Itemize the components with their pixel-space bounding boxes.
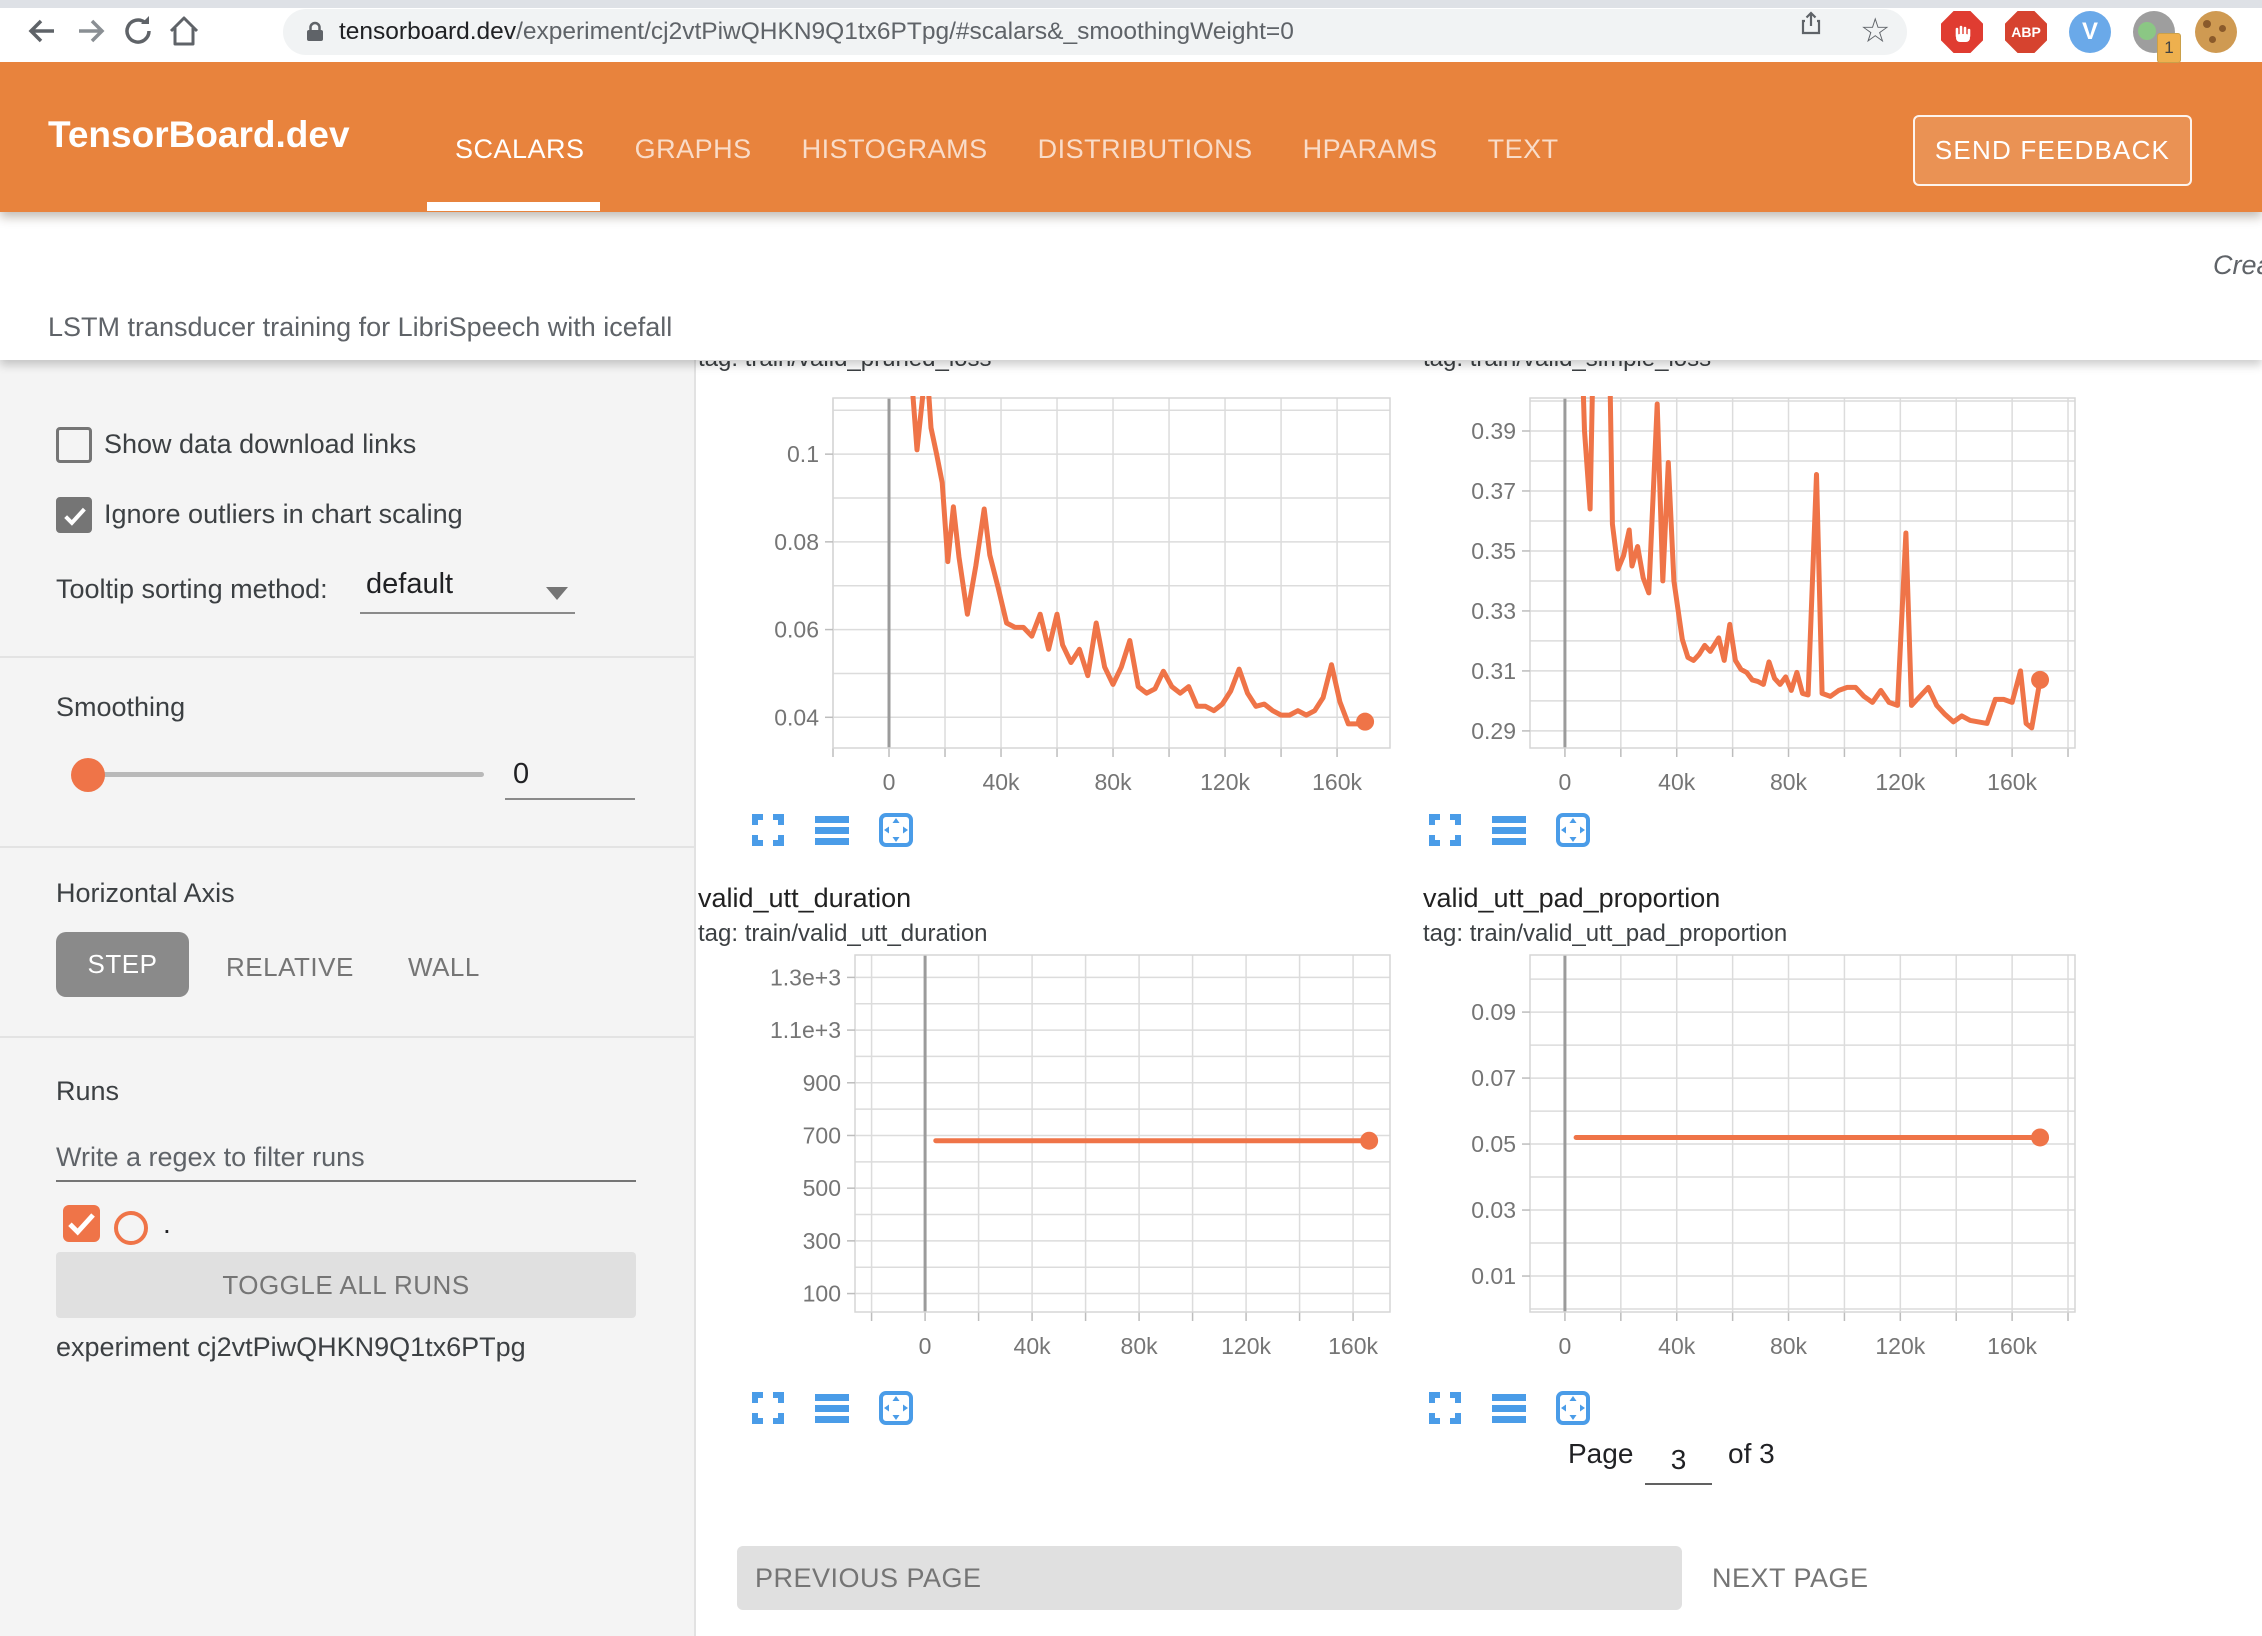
forward-icon[interactable] [73,13,109,49]
created-text: Crea [2213,250,2262,281]
svg-text:0.07: 0.07 [1471,1065,1516,1091]
chart-toolbar [750,1390,914,1426]
svg-text:40k: 40k [1658,1333,1696,1359]
svg-text:0: 0 [1559,1333,1572,1359]
pan-zoom-icon[interactable] [878,812,914,848]
svg-text:120k: 120k [1221,1333,1271,1359]
svg-text:900: 900 [803,1070,841,1096]
svg-text:0.06: 0.06 [774,617,819,643]
tab-histograms[interactable]: HISTOGRAMS [802,134,988,165]
svg-text:120k: 120k [1875,769,1925,795]
svg-text:80k: 80k [1121,1333,1159,1359]
svg-text:0.33: 0.33 [1471,598,1516,624]
svg-text:120k: 120k [1875,1333,1925,1359]
chart-toolbar [1427,1390,1591,1426]
svg-text:0.31: 0.31 [1471,658,1516,684]
chart-toolbar [750,812,914,848]
fullscreen-icon[interactable] [750,812,786,848]
data-series-icon[interactable] [1491,812,1527,848]
v-extension-icon[interactable]: V [2069,11,2111,53]
svg-text:1.1e+3: 1.1e+3 [770,1017,841,1043]
tab-scalars[interactable]: SCALARS [455,134,585,165]
svg-text:0.29: 0.29 [1471,718,1516,744]
svg-text:40k: 40k [1658,769,1696,795]
svg-text:700: 700 [803,1122,841,1148]
svg-text:80k: 80k [1770,769,1808,795]
bookmark-star-icon[interactable]: ☆ [1860,8,1890,54]
share-icon[interactable] [1798,10,1824,36]
svg-text:120k: 120k [1200,769,1250,795]
url-bar[interactable]: tensorboard.dev/experiment/cj2vtPiwQHKN9… [283,9,1907,55]
tab-hparams[interactable]: HPARAMS [1303,134,1438,165]
svg-text:40k: 40k [1014,1333,1052,1359]
profile-extension-icon[interactable]: 1 [2133,11,2175,53]
svg-text:0.09: 0.09 [1471,999,1516,1025]
chart-title: valid_utt_duration [698,883,911,914]
svg-text:160k: 160k [1328,1333,1378,1359]
lock-icon [303,20,327,44]
pan-zoom-icon[interactable] [1555,812,1591,848]
svg-text:1.3e+3: 1.3e+3 [770,964,841,990]
chart-tag-clipped: tag: train/valid_pruned_loss [698,361,1128,375]
svg-text:0.08: 0.08 [774,529,819,555]
svg-text:160k: 160k [1987,1333,2037,1359]
active-tab-underline [427,202,600,211]
svg-text:0.03: 0.03 [1471,1197,1516,1223]
tab-graphs[interactable]: GRAPHS [635,134,752,165]
svg-text:0.37: 0.37 [1471,478,1516,504]
fullscreen-icon[interactable] [1427,812,1463,848]
svg-text:0: 0 [883,769,896,795]
tab-distributions[interactable]: DISTRIBUTIONS [1038,134,1253,165]
app-bar: TensorBoard.dev SCALARS GRAPHS HISTOGRAM… [0,62,2262,212]
svg-text:0: 0 [919,1333,932,1359]
abp-extension-icon[interactable]: ABP [2005,11,2047,53]
svg-text:0: 0 [1559,769,1572,795]
svg-text:80k: 80k [1094,769,1132,795]
svg-text:80k: 80k [1770,1333,1808,1359]
svg-text:40k: 40k [982,769,1020,795]
nav-tabs: SCALARS GRAPHS HISTOGRAMS DISTRIBUTIONS … [455,134,1559,165]
data-series-icon[interactable] [814,812,850,848]
browser-tab-strip [0,0,2262,8]
svg-text:0.39: 0.39 [1471,418,1516,444]
svg-text:160k: 160k [1312,769,1362,795]
svg-text:160k: 160k [1987,769,2037,795]
svg-text:0.1: 0.1 [787,441,819,467]
url-text: tensorboard.dev/experiment/cj2vtPiwQHKN9… [339,18,1294,46]
chart-toolbar [1427,812,1591,848]
svg-text:0.05: 0.05 [1471,1131,1516,1157]
tab-text[interactable]: TEXT [1488,134,1559,165]
back-icon[interactable] [24,13,60,49]
data-series-icon[interactable] [814,1390,850,1426]
data-series-icon[interactable] [1491,1390,1527,1426]
svg-text:500: 500 [803,1175,841,1201]
svg-text:300: 300 [803,1228,841,1254]
chart-tag: tag: train/valid_utt_duration [698,920,988,948]
chart-tag-clipped: tag: train/valid_simple_loss [1423,361,1853,375]
chart-tag: tag: train/valid_utt_pad_proportion [1423,920,1787,948]
extension-badge: 1 [2157,33,2181,63]
experiment-header: LSTM transducer training for LibriSpeech… [0,212,2262,360]
pan-zoom-icon[interactable] [1555,1390,1591,1426]
chart-title: valid_utt_pad_proportion [1423,883,1720,914]
reload-icon[interactable] [120,13,156,49]
app-title: TensorBoard.dev [48,114,350,156]
svg-text:100: 100 [803,1281,841,1307]
svg-text:0.04: 0.04 [774,704,819,730]
experiment-title: LSTM transducer training for LibriSpeech… [48,312,672,343]
svg-text:0.35: 0.35 [1471,538,1516,564]
adblock-extension-icon[interactable] [1941,11,1983,53]
browser-chrome: tensorboard.dev/experiment/cj2vtPiwQHKN9… [0,0,2262,62]
pan-zoom-icon[interactable] [878,1390,914,1426]
home-icon[interactable] [166,13,202,49]
fullscreen-icon[interactable] [1427,1390,1463,1426]
svg-text:0.01: 0.01 [1471,1263,1516,1289]
fullscreen-icon[interactable] [750,1390,786,1426]
send-feedback-button[interactable]: SEND FEEDBACK [1913,115,2192,186]
cookie-extension-icon[interactable] [2195,11,2237,53]
